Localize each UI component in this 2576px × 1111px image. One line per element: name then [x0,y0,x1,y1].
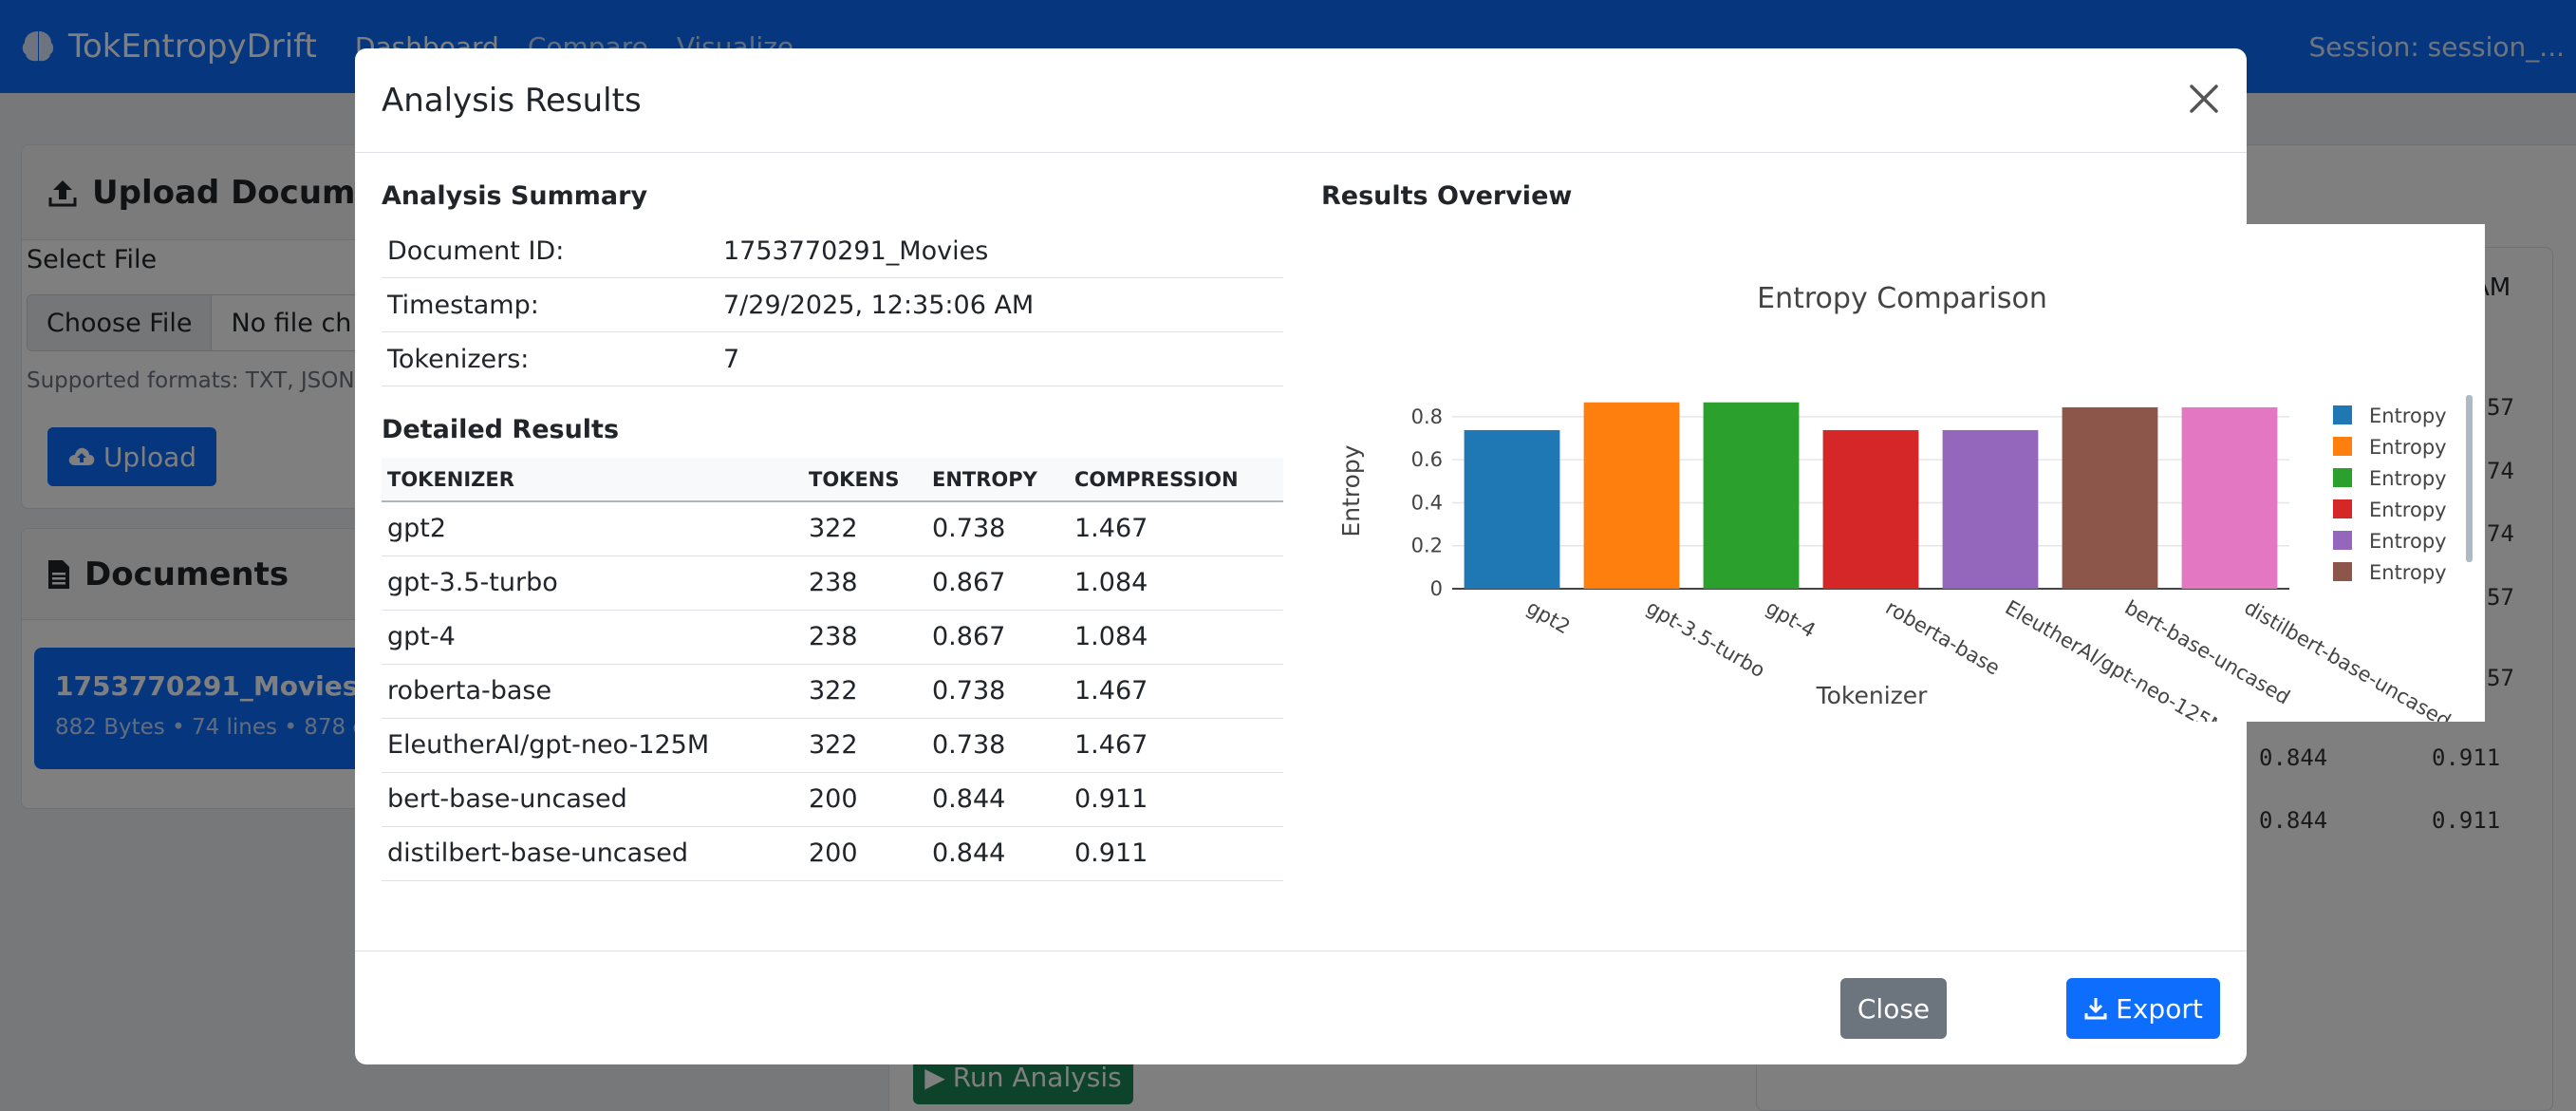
table-row: bert-base-uncased 200 0.844 0.911 [382,772,1283,827]
left-column: Analysis Summary Document ID: 1753770291… [382,181,1283,881]
bar [1583,402,1680,589]
y-axis-label: Entropy [1337,444,1365,537]
cell-entropy: 0.738 [926,664,1069,719]
close-button[interactable]: Close [1840,978,1947,1039]
modal-title: Analysis Results [382,81,642,120]
cell-tokenizer: distilbert-base-uncased [382,826,803,881]
col-tokenizer: TOKENIZER [382,458,803,502]
export-button[interactable]: Export [2066,978,2220,1039]
table-row: distilbert-base-uncased 200 0.844 0.911 [382,826,1283,881]
cell-compression: 1.467 [1069,718,1283,773]
cell-tokens: 238 [803,610,926,665]
cell-tokenizer: roberta-base [382,664,803,719]
entropy-chart: Entropy Comparison00.20.40.60.8Entropygp… [1321,224,2485,741]
table-row: EleutherAI/gpt-neo-125M 322 0.738 1.467 [382,718,1283,773]
cell-compression: 1.467 [1069,501,1283,556]
cell-compression: 1.467 [1069,664,1283,719]
bar [1703,402,1800,589]
legend-label: Entropy [2369,467,2447,490]
close-icon[interactable] [2186,81,2222,117]
cell-tokenizer: gpt2 [382,501,803,556]
cell-entropy: 0.738 [926,501,1069,556]
legend-label: Entropy [2369,436,2447,459]
legend-swatch [2333,562,2352,581]
legend-swatch [2333,531,2352,550]
legend-label: Entropy [2369,530,2447,553]
cell-entropy: 0.867 [926,610,1069,665]
cell-entropy: 0.844 [926,826,1069,881]
cell-tokens: 322 [803,718,926,773]
legend-swatch [2333,499,2352,518]
download-icon [2084,998,2107,1020]
results-overview-title: Results Overview [1321,181,1573,211]
y-tick-label: 0.2 [1411,535,1443,557]
cell-tokenizer: EleutherAI/gpt-neo-125M [382,718,803,773]
summary-key: Tokenizers: [387,344,530,374]
y-tick-label: 0.8 [1411,405,1443,428]
cell-tokenizer: gpt-3.5-turbo [382,556,803,611]
modal-header: Analysis Results [355,48,2247,153]
detailed-results-title: Detailed Results [382,415,620,444]
y-tick-label: 0.4 [1411,491,1443,514]
entropy-chart-container: Entropy Comparison 0 0.2 0.4 0.6 0.8 Entropy gp… [1321,224,2485,741]
cell-tokens: 322 [803,664,926,719]
cell-tokenizer: bert-base-uncased [382,772,803,827]
chart-title: Entropy Comparison [1757,282,2047,315]
table-row: gpt2 322 0.738 1.467 [382,501,1283,556]
y-tick-label: 0.6 [1411,448,1443,471]
cell-entropy: 0.844 [926,772,1069,827]
legend-label: Entropy [2369,499,2447,521]
cell-entropy: 0.738 [926,718,1069,773]
legend-swatch [2333,468,2352,487]
summary-title: Analysis Summary [382,181,648,211]
table-row: gpt-3.5-turbo 238 0.867 1.084 [382,556,1283,611]
cell-tokens: 200 [803,772,926,827]
summary-key: Timestamp: [387,290,539,320]
table-header-row: TOKENIZER TOKENS ENTROPY COMPRESSION [382,458,1283,502]
export-label: Export [2116,992,2203,1025]
cell-entropy: 0.867 [926,556,1069,611]
bar [2062,406,2158,589]
legend-label: Entropy [2369,561,2447,584]
summary-value: 7/29/2025, 12:35:06 AM [723,290,1035,320]
bar [1464,429,1560,589]
summary-row: Document ID: 1753770291_Movies [382,224,1283,278]
summary-value: 1753770291_Movies [723,235,989,266]
cell-compression: 0.911 [1069,826,1283,881]
col-tokens: TOKENS [803,458,926,502]
bar [1942,429,2039,589]
cell-tokens: 322 [803,501,926,556]
table-row: roberta-base 322 0.738 1.467 [382,664,1283,719]
col-entropy: ENTROPY [926,458,1069,502]
summary-row: Timestamp: 7/29/2025, 12:35:06 AM [382,278,1283,332]
legend-swatch [2333,437,2352,456]
col-compression: COMPRESSION [1069,458,1283,502]
y-tick-label: 0 [1430,577,1443,600]
summary-key: Document ID: [387,235,565,266]
detailed-results-table: TOKENIZER TOKENS ENTROPY COMPRESSION gpt… [382,458,1283,881]
modal-footer: Close Export [355,951,2247,1064]
table-row: gpt-4 238 0.867 1.084 [382,610,1283,665]
x-axis-label: Tokenizer [1816,682,1929,709]
bar [1822,429,1919,589]
summary-value: 7 [723,344,740,374]
cell-tokens: 238 [803,556,926,611]
cell-compression: 1.084 [1069,610,1283,665]
legend-label: Entropy [2369,405,2447,427]
summary-row: Tokenizers: 7 [382,332,1283,386]
cell-tokenizer: gpt-4 [382,610,803,665]
legend-scrollbar [2466,395,2473,562]
cell-tokens: 200 [803,826,926,881]
cell-compression: 0.911 [1069,772,1283,827]
cell-compression: 1.084 [1069,556,1283,611]
bar [2181,406,2278,589]
legend-swatch [2333,405,2352,424]
